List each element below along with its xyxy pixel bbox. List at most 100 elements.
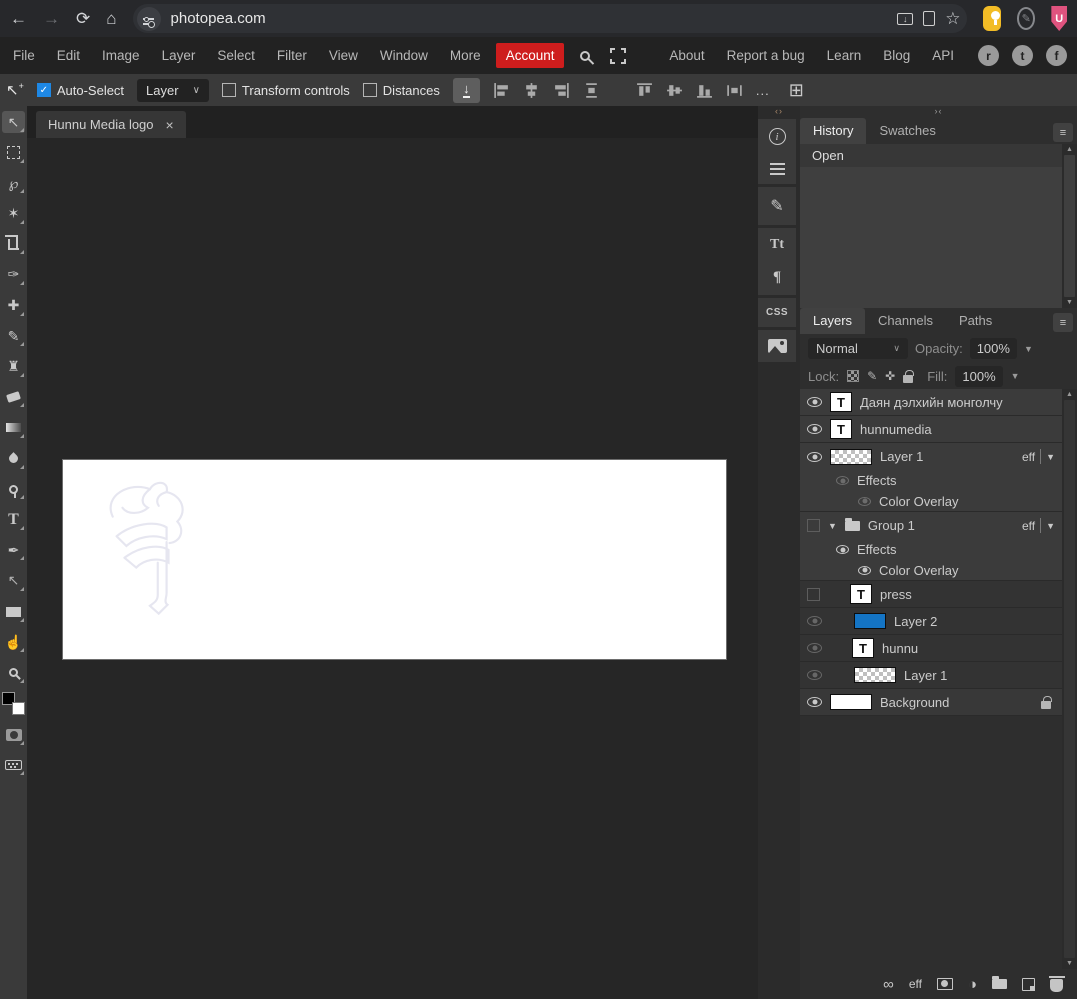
info-icon[interactable]: i [768, 128, 786, 145]
hand-tool[interactable]: ☝ [2, 631, 25, 653]
align-center-horizontal-icon[interactable] [523, 82, 540, 99]
tab-history[interactable]: History [800, 118, 867, 144]
menu-select[interactable]: Select [206, 42, 266, 69]
opacity-value[interactable]: 100% [969, 338, 1017, 359]
close-tab-icon[interactable]: × [166, 117, 174, 133]
layer-row[interactable]: Layer 1 [800, 662, 1062, 689]
link-learn[interactable]: Learn [816, 42, 873, 69]
visibility-eye-icon[interactable] [807, 424, 822, 434]
distances-option[interactable]: Distances [362, 83, 440, 98]
visibility-checkbox[interactable] [807, 519, 820, 532]
search-icon[interactable] [580, 50, 591, 61]
layer-name[interactable]: Layer 1 [880, 449, 1014, 464]
add-effect-icon[interactable]: eff [909, 977, 922, 991]
layer-name[interactable]: hunnumedia [860, 422, 1055, 437]
tab-channels[interactable]: Channels [865, 308, 946, 334]
transform-controls-checkbox[interactable] [221, 83, 236, 97]
effects-label[interactable]: Effects [857, 473, 1055, 488]
scroll-up-icon[interactable]: ▲ [1066, 145, 1073, 154]
effects-badge[interactable]: eff ▼ [1022, 518, 1055, 533]
healing-brush-tool[interactable]: ✚ [2, 295, 25, 317]
forward-icon[interactable]: → [43, 10, 60, 27]
history-entry-open[interactable]: Open [800, 144, 1062, 167]
fill-dropdown-icon[interactable]: ▼ [1011, 371, 1020, 381]
lock-all-icon[interactable] [903, 369, 914, 383]
tab-swatches[interactable]: Swatches [866, 118, 948, 144]
scroll-up-icon[interactable]: ▲ [1066, 390, 1073, 399]
auto-select-checkbox[interactable]: ✓ [36, 83, 51, 97]
transform-controls-option[interactable]: Transform controls [221, 83, 350, 98]
menu-more[interactable]: More [439, 42, 492, 69]
align-bottom-icon[interactable] [696, 82, 713, 99]
pen-tool[interactable]: ✒ [2, 539, 25, 561]
add-adjustment-icon[interactable]: ◑ [968, 976, 977, 993]
back-icon[interactable]: ← [10, 10, 27, 27]
effects-badge[interactable]: eff ▼ [1022, 449, 1055, 464]
move-tool[interactable]: ↖ [2, 111, 25, 133]
reading-mode-icon[interactable] [923, 11, 936, 26]
history-scroll-thumb[interactable] [1064, 155, 1075, 297]
install-app-icon[interactable]: ↓ [897, 12, 914, 25]
extension-keep-icon[interactable] [982, 6, 1002, 31]
distances-checkbox[interactable] [362, 83, 377, 97]
align-left-icon[interactable] [493, 82, 510, 99]
visibility-eye-icon[interactable] [836, 545, 849, 554]
lock-position-icon[interactable]: ✜ [885, 369, 895, 383]
layer-row[interactable]: T hunnumedia [800, 416, 1062, 443]
collapse-effects-icon[interactable]: ▼ [1046, 521, 1055, 531]
background-color[interactable] [12, 702, 25, 716]
menu-view[interactable]: View [318, 42, 369, 69]
layer-name[interactable]: press [880, 587, 1055, 602]
new-group-icon[interactable] [992, 976, 1007, 989]
layer-mode-dropdown[interactable]: Layer ∨ [137, 78, 209, 102]
paragraph-panel-icon[interactable]: ¶ [773, 269, 781, 286]
facebook-icon[interactable]: f [1046, 45, 1067, 66]
twitter-icon[interactable]: t [1012, 45, 1033, 66]
layer-row[interactable]: T press [800, 581, 1062, 608]
visibility-eye-icon[interactable] [807, 451, 822, 462]
menu-file[interactable]: File [2, 42, 46, 69]
magic-wand-tool[interactable]: ✶ [2, 203, 25, 225]
align-right-icon[interactable] [553, 82, 570, 99]
scroll-down-icon[interactable]: ▼ [1066, 959, 1073, 968]
url-text[interactable]: photopea.com [171, 10, 888, 27]
bookmark-star-icon[interactable]: ☆ [945, 10, 960, 27]
address-bar[interactable]: photopea.com ↓ ☆ [132, 4, 967, 33]
delete-layer-icon[interactable] [1048, 976, 1065, 992]
visibility-eye-icon[interactable] [858, 565, 871, 575]
account-button[interactable]: Account [495, 43, 565, 68]
brush-settings-icon[interactable]: ✎ [770, 196, 783, 216]
eraser-tool[interactable] [2, 386, 25, 408]
type-tool[interactable]: T [2, 509, 25, 531]
keyboard-shortcuts-icon[interactable] [2, 754, 25, 776]
layer-row[interactable]: T Даян дэлхийн монголчу [800, 389, 1062, 416]
link-layers-icon[interactable]: ∞ [883, 976, 894, 993]
layer-name[interactable]: Даян дэлхийн монголчу [860, 395, 1055, 410]
site-info-icon[interactable] [136, 6, 161, 31]
layer-row[interactable]: Layer 1 eff ▼ [800, 443, 1062, 470]
document-tab[interactable]: Hunnu Media logo × [36, 111, 186, 138]
visibility-eye-icon[interactable] [858, 496, 871, 506]
visibility-eye-icon[interactable] [807, 697, 822, 707]
menu-layer[interactable]: Layer [151, 42, 207, 69]
fullscreen-icon[interactable] [610, 47, 627, 64]
scroll-down-icon[interactable]: ▼ [1066, 298, 1073, 307]
layers-panel-menu-icon[interactable]: ≡ [1053, 313, 1073, 332]
canvas[interactable] [63, 460, 726, 659]
lasso-tool[interactable]: ℘ [2, 172, 25, 194]
lock-transparency-icon[interactable] [847, 370, 860, 382]
collapse-strip-icon[interactable]: ‹› [758, 106, 800, 119]
visibility-eye-icon[interactable] [807, 397, 822, 407]
expand-group-icon[interactable]: ▼ [828, 521, 837, 531]
layer-row[interactable]: Background [800, 689, 1062, 716]
menu-image[interactable]: Image [91, 42, 151, 69]
collapse-effects-icon[interactable]: ▼ [1046, 452, 1055, 462]
visibility-eye-icon[interactable] [836, 476, 849, 485]
character-panel-icon[interactable]: Tt [770, 237, 784, 253]
menu-window[interactable]: Window [369, 42, 439, 69]
history-scrollbar[interactable]: ▲ ▼ [1062, 144, 1077, 308]
effects-sub-row[interactable]: Effects [800, 539, 1062, 560]
align-top-icon[interactable] [636, 82, 653, 99]
reddit-icon[interactable]: r [978, 45, 999, 66]
zoom-tool[interactable] [2, 662, 25, 684]
